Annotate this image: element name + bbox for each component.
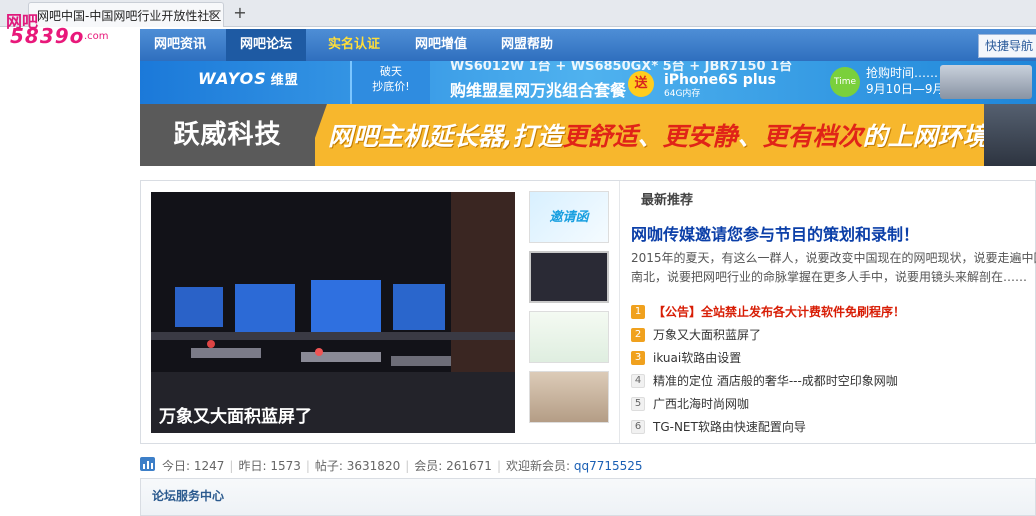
featured-section: 万象又大面积蓝屏了 邀请函 最新推荐 网咖传媒邀请您参与节目的策划和录制！ 20… <box>140 180 1036 444</box>
router-device-image <box>940 65 1032 99</box>
logo-line2: 5839o <box>10 24 85 48</box>
today-count: 1247 <box>193 459 225 473</box>
welcome-label: 欢迎新会员: <box>505 459 574 473</box>
banner1-main-text: 购维盟星网万兆组合套餐 <box>450 81 627 100</box>
list-item[interactable]: 3 ikuai软路由设置 <box>631 349 1036 372</box>
slider-thumbnails: 邀请函 <box>525 191 609 431</box>
stats-separator: | <box>405 459 410 473</box>
browser-tab-strip: 网吧中国-中国网吧行业开放性社区 × + <box>0 0 1036 27</box>
banner-divider <box>305 104 327 166</box>
service-center-panel: 论坛服务中心 <box>140 478 1036 516</box>
rank-badge: 6 <box>631 420 645 434</box>
yesterday-label: 昨日: <box>238 459 271 473</box>
banner2-photo <box>984 104 1036 166</box>
slogan-part-d: 更安静 <box>662 122 738 151</box>
section-divider <box>619 181 620 443</box>
today-label: 今日: <box>162 459 194 473</box>
tag-line1: 破天 <box>380 65 402 78</box>
forum-stats: 今日: 1247 | 昨日: 1573 | 帖子: 3631820 | 会员: 261671… <box>140 456 1036 474</box>
yesterday-count: 1573 <box>270 459 301 473</box>
quick-nav-button[interactable]: 快捷导航 <box>978 34 1036 58</box>
slogan-part-c: 、 <box>637 122 663 151</box>
hot-topics-list: 1 【公告】全站禁止发布各大计费软件免刷程序！ 2 万象又大面积蓝屏了 3 ikuai… <box>631 303 1036 441</box>
yuewei-brand: 跃威科技 <box>140 104 315 166</box>
list-item-text[interactable]: 万象又大面积蓝屏了 <box>653 328 761 342</box>
rank-badge: 3 <box>631 351 645 365</box>
list-item-text[interactable]: ikuai软路由设置 <box>653 351 741 365</box>
slogan-part-g: 的上网环境 <box>862 122 988 151</box>
list-item[interactable]: 6 TG-NET软路由快速配置向导 <box>631 418 1036 441</box>
slider-thumb-4[interactable] <box>529 371 609 423</box>
ad-banner-wayos[interactable]: WAYOS 维盟 破天 抄底价! WS6012W 1台 + WS6850GX* 5… <box>140 61 1036 104</box>
ad-banner-yuewei[interactable]: 跃威科技 网吧主机延长器,打造更舒适、更安静、更有档次的上网环境 <box>140 104 1036 166</box>
wayos-brand-name: WAYOS <box>198 69 267 88</box>
stats-separator: | <box>229 459 234 473</box>
list-item[interactable]: 5 广西北海时尚网咖 <box>631 395 1036 418</box>
rank-badge: 5 <box>631 397 645 411</box>
nav-item-help[interactable]: 网盟帮助 <box>487 29 567 61</box>
slogan-part-a: 网吧主机延长器,打造 <box>328 122 563 151</box>
slider-thumb-1[interactable]: 邀请函 <box>529 191 609 243</box>
tag-line2: 抄底价! <box>372 80 410 93</box>
rank-badge: 4 <box>631 374 645 388</box>
logo-line3: .com <box>84 31 109 42</box>
nav-item-value-added[interactable]: 网吧增值 <box>401 29 481 61</box>
list-item-text[interactable]: 广西北海时尚网咖 <box>653 397 749 411</box>
wayos-brand-suffix: 维盟 <box>270 73 299 88</box>
list-item-text[interactable]: 【公告】全站禁止发布各大计费软件免刷程序！ <box>653 305 905 319</box>
stats-separator: | <box>305 459 310 473</box>
list-item[interactable]: 2 万象又大面积蓝屏了 <box>631 326 1036 349</box>
close-icon[interactable]: × <box>205 7 219 21</box>
banner2-slogan: 网吧主机延长器,打造更舒适、更安静、更有档次的上网环境 <box>328 117 988 153</box>
posts-label: 帖子: <box>314 459 347 473</box>
stats-chart-icon <box>140 457 155 471</box>
new-member-link[interactable]: qq7715525 <box>574 459 643 473</box>
recommend-title: 最新推荐 <box>641 193 694 208</box>
nav-item-news[interactable]: 网吧资讯 <box>140 29 220 61</box>
members-count: 261671 <box>446 459 492 473</box>
list-item-text[interactable]: 精准的定位 酒店般的奢华---成都时空印象网咖 <box>653 374 898 388</box>
slider-photo <box>151 192 515 433</box>
members-label: 会员: <box>414 459 447 473</box>
price-tag: 破天 抄底价! <box>350 61 430 104</box>
slider-caption[interactable]: 万象又大面积蓝屏了 <box>159 402 312 427</box>
recommend-headline[interactable]: 网咖传媒邀请您参与节目的策划和录制！ <box>631 221 919 245</box>
rank-badge: 1 <box>631 305 645 319</box>
slogan-part-f: 更有档次 <box>762 122 863 151</box>
nav-item-verify[interactable]: 实名认证 <box>314 29 394 61</box>
thumb1-text: 邀请函 <box>549 210 589 225</box>
clock-icon: Time <box>830 67 860 97</box>
nav-item-forum[interactable]: 网吧论坛 <box>226 29 307 61</box>
list-item[interactable]: 1 【公告】全站禁止发布各大计费软件免刷程序！ <box>631 303 1036 326</box>
recommend-summary: 2015年的夏天，有这么一群人，说要改变中国现在的网吧现状，说要走遍中国 南北，… <box>631 249 1036 287</box>
list-item-text[interactable]: TG-NET软路由快速配置向导 <box>653 420 806 434</box>
summary-line2: 南北，说要把网吧行业的命脉掌握在更多人手中，说要用镜头来解剖在…… <box>631 270 1028 284</box>
gift-badge: 送 <box>628 71 654 97</box>
rank-badge: 2 <box>631 328 645 342</box>
site-logo[interactable]: 网吧 5839o .com <box>2 4 122 50</box>
new-tab-button[interactable]: + <box>230 3 250 23</box>
slider-thumb-3[interactable] <box>529 311 609 363</box>
service-center-title[interactable]: 论坛服务中心 <box>152 487 224 504</box>
posts-count: 3631820 <box>346 459 401 473</box>
stats-text: 今日: 1247 | 昨日: 1573 | 帖子: 3631820 | 会员: 261671… <box>162 457 643 474</box>
summary-line1: 2015年的夏天，有这么一群人，说要改变中国现在的网吧现状，说要走遍中国 <box>631 251 1036 265</box>
slider-image[interactable]: 万象又大面积蓝屏了 <box>151 192 515 433</box>
banner1-phone: iPhone6S plus 64G内存 <box>664 72 776 99</box>
main-nav: 网吧资讯 网吧论坛 实名认证 网吧增值 网盟帮助 快捷导航 <box>140 29 1036 61</box>
slider-thumb-2[interactable] <box>529 251 609 303</box>
stats-separator: | <box>496 459 501 473</box>
list-item[interactable]: 4 精准的定位 酒店般的奢华---成都时空印象网咖 <box>631 372 1036 395</box>
slogan-part-e: 、 <box>737 122 763 151</box>
wayos-brand: WAYOS 维盟 <box>198 69 299 88</box>
slogan-part-b: 更舒适 <box>562 122 638 151</box>
